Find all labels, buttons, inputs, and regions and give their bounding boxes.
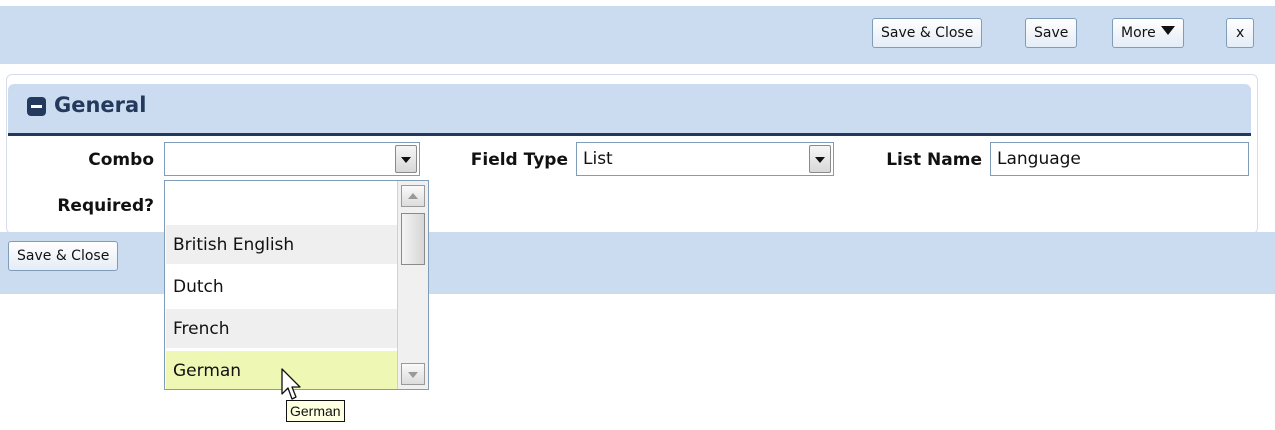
scrollbar[interactable] (397, 181, 428, 389)
field-type-value: List (583, 149, 613, 169)
list-item-french[interactable]: French (166, 309, 398, 349)
close-button[interactable]: x (1226, 18, 1255, 48)
panel-header[interactable]: General (8, 84, 1251, 136)
field-type-label: Field Type (470, 150, 568, 170)
bottom-save-close-button[interactable]: Save & Close (8, 241, 119, 271)
top-toolbar: Save & Close Save More x (0, 6, 1275, 64)
list-item-british-english[interactable]: British English (166, 225, 398, 265)
mouse-cursor-icon (281, 368, 301, 400)
list-name-input[interactable]: Language (990, 142, 1249, 176)
more-button[interactable]: More (1112, 18, 1184, 48)
combo-dropdown-arrow-icon[interactable] (395, 145, 417, 173)
collapse-icon[interactable] (27, 97, 46, 116)
scroll-down-icon[interactable] (401, 363, 425, 385)
save-button[interactable]: Save (1025, 18, 1078, 48)
field-type-dropdown-arrow-icon[interactable] (809, 145, 831, 173)
combo-label: Combo (88, 150, 154, 170)
triangle-down-icon (1160, 26, 1175, 35)
more-label: More (1121, 25, 1156, 41)
required-label: Required? (57, 196, 154, 216)
scrollbar-thumb[interactable] (401, 213, 425, 265)
save-close-button[interactable]: Save & Close (872, 18, 983, 48)
scroll-up-icon[interactable] (401, 185, 425, 207)
combo-dropdown-list[interactable]: British English Dutch French German (164, 180, 429, 390)
combo-select[interactable] (164, 142, 420, 176)
list-name-label: List Name (886, 150, 982, 170)
list-item-dutch[interactable]: Dutch (166, 267, 398, 307)
panel-title: General (54, 93, 147, 117)
list-item-empty[interactable] (166, 181, 398, 221)
field-type-select[interactable]: List (576, 142, 834, 176)
list-name-value: Language (997, 149, 1081, 169)
tooltip: German (286, 400, 345, 422)
